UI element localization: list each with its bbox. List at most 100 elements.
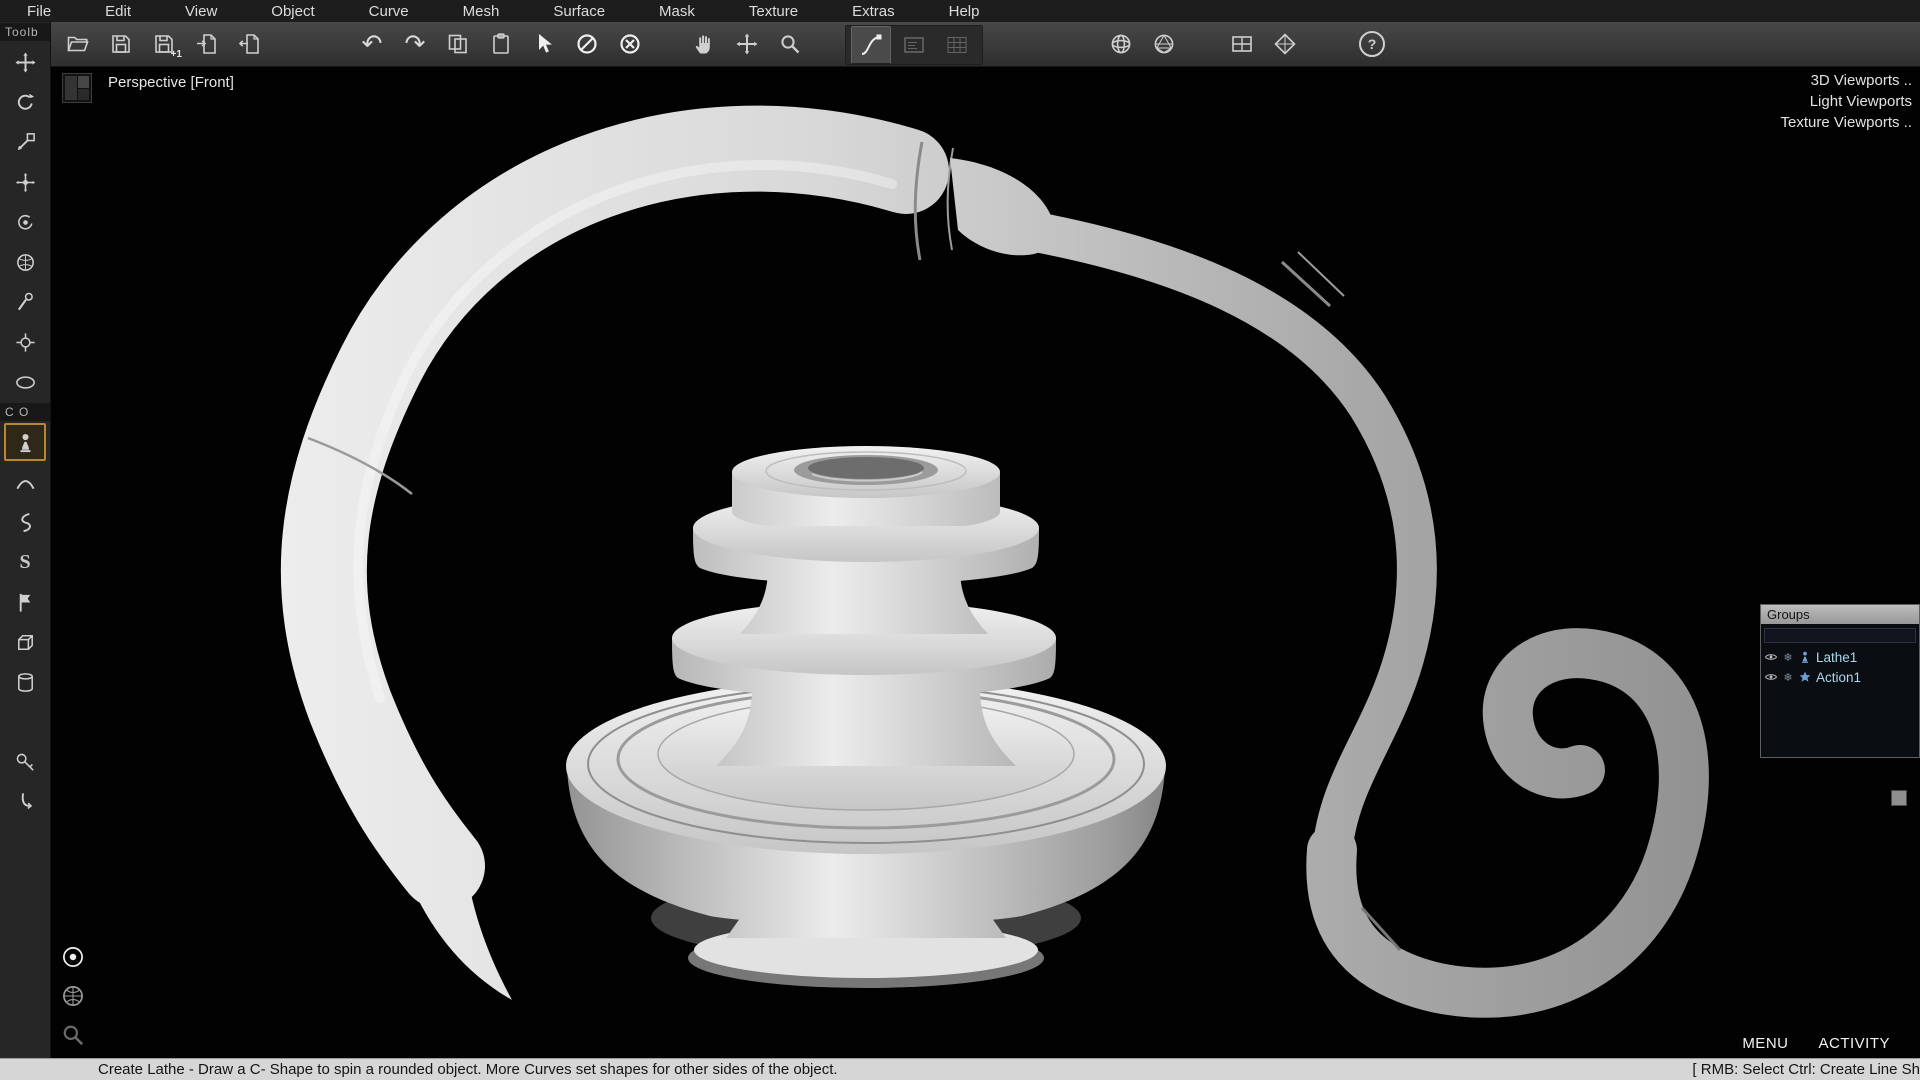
viewport-layout-icon[interactable] bbox=[62, 73, 92, 103]
sphere-shaded-icon[interactable] bbox=[1058, 25, 1098, 63]
status-message: Create Lathe - Draw a C- Shape to spin a… bbox=[0, 1061, 838, 1078]
help-group: ? bbox=[1352, 25, 1392, 63]
open-file-icon[interactable] bbox=[58, 25, 98, 63]
panel-resize-handle[interactable] bbox=[1891, 790, 1907, 806]
save-icon[interactable] bbox=[101, 25, 141, 63]
menu-help[interactable]: Help bbox=[922, 3, 1007, 20]
move-tool[interactable] bbox=[4, 43, 46, 81]
status-hints: [ RMB: Select Ctrl: Create Line Sh bbox=[1692, 1061, 1920, 1078]
undo-icon[interactable]: ↶ bbox=[352, 25, 392, 63]
viewport-label: Perspective [Front] bbox=[108, 74, 234, 91]
restrict-icon[interactable] bbox=[567, 25, 607, 63]
quad-grid-icon[interactable] bbox=[1222, 25, 1262, 63]
pan-hand-icon[interactable] bbox=[684, 25, 724, 63]
link-3d-viewports[interactable]: 3D Viewports .. bbox=[1781, 70, 1912, 91]
main-toolbar: +1 ↶ ↷ ? bbox=[0, 22, 1920, 67]
grid-snap-icon[interactable] bbox=[937, 26, 977, 64]
left-toolbar-header: Toolb bbox=[0, 23, 50, 41]
redo-icon[interactable]: ↷ bbox=[395, 25, 435, 63]
shading-icon-group bbox=[1058, 25, 1184, 63]
viewport-nav-widgets bbox=[60, 944, 86, 1048]
viewport-overlay-buttons: MENU ACTIVITY bbox=[1742, 1035, 1890, 1052]
menu-edit[interactable]: Edit bbox=[78, 3, 158, 20]
sphere-subdiv-icon[interactable] bbox=[1144, 25, 1184, 63]
pivot-tool[interactable] bbox=[4, 323, 46, 361]
menu-extras[interactable]: Extras bbox=[825, 3, 922, 20]
link-texture-viewports[interactable]: Texture Viewports .. bbox=[1781, 112, 1912, 133]
menu-mesh[interactable]: Mesh bbox=[436, 3, 527, 20]
freeze-icon[interactable]: ❄ bbox=[1782, 671, 1794, 684]
group-row-action1[interactable]: ❄ Action1 bbox=[1761, 667, 1919, 687]
status-bar: Create Lathe - Draw a C- Shape to spin a… bbox=[0, 1058, 1920, 1080]
help-icon[interactable]: ? bbox=[1352, 25, 1392, 63]
orbit-center-icon[interactable] bbox=[60, 944, 86, 970]
copy-icon[interactable] bbox=[438, 25, 478, 63]
menu-curve[interactable]: Curve bbox=[342, 3, 436, 20]
flag-polygon-tool[interactable] bbox=[4, 583, 46, 621]
globe-rotate-icon[interactable] bbox=[60, 983, 86, 1009]
arc-curve-tool[interactable] bbox=[4, 463, 46, 501]
import-reference-icon[interactable] bbox=[187, 25, 227, 63]
save-increment-icon[interactable]: +1 bbox=[144, 25, 184, 63]
visibility-eye-icon[interactable] bbox=[1764, 670, 1778, 684]
zoom-icon[interactable] bbox=[770, 25, 810, 63]
edit-icon-group: ↶ ↷ bbox=[352, 25, 650, 63]
action-star-icon bbox=[1798, 670, 1812, 684]
hook-curve-tool[interactable] bbox=[4, 783, 46, 821]
sphere-project-tool[interactable] bbox=[4, 243, 46, 281]
menu-surface[interactable]: Surface bbox=[526, 3, 632, 20]
key-tool[interactable] bbox=[4, 743, 46, 781]
groups-list: ❄ Lathe1 ❄ Action1 bbox=[1761, 628, 1919, 757]
menu-file[interactable]: File bbox=[0, 3, 78, 20]
sphere-wireframe-icon[interactable] bbox=[1101, 25, 1141, 63]
export-reference-icon[interactable] bbox=[230, 25, 270, 63]
viewport-panel-links: 3D Viewports .. Light Viewports Texture … bbox=[1781, 70, 1912, 133]
left-toolbar: Toolb C O S bbox=[0, 22, 51, 1058]
create-objects-header: C O bbox=[0, 403, 50, 421]
file-icon-group: +1 bbox=[58, 25, 270, 63]
sphere-primitive-tool[interactable] bbox=[4, 703, 46, 741]
menu-view[interactable]: View bbox=[158, 3, 244, 20]
group-name-lathe1[interactable]: Lathe1 bbox=[1816, 650, 1857, 665]
rotate-tool[interactable] bbox=[4, 83, 46, 121]
mode-icon-group bbox=[845, 25, 983, 65]
scale-tool[interactable] bbox=[4, 123, 46, 161]
diamond-grid-icon[interactable] bbox=[1265, 25, 1305, 63]
save-increment-label: +1 bbox=[171, 49, 182, 60]
menu-mask[interactable]: Mask bbox=[632, 3, 722, 20]
move-component-tool[interactable] bbox=[4, 163, 46, 201]
menu-texture[interactable]: Texture bbox=[722, 3, 825, 20]
groups-filter-box[interactable] bbox=[1764, 628, 1916, 643]
zoom-widget-icon[interactable] bbox=[60, 1022, 86, 1048]
link-light-viewports[interactable]: Light Viewports bbox=[1781, 91, 1912, 112]
menu-overlay-button[interactable]: MENU bbox=[1742, 1035, 1788, 1052]
menu-object[interactable]: Object bbox=[244, 3, 341, 20]
groups-panel-title[interactable]: Groups bbox=[1761, 605, 1919, 624]
group-name-action1[interactable]: Action1 bbox=[1816, 670, 1861, 685]
cancel-icon[interactable] bbox=[610, 25, 650, 63]
navigation-icon-group bbox=[684, 25, 810, 63]
brush-tool[interactable] bbox=[4, 283, 46, 321]
groups-panel: Groups ❄ Lathe1 ❄ Action1 bbox=[1760, 604, 1920, 758]
c-curve-tool[interactable] bbox=[4, 503, 46, 541]
curve-draw-icon[interactable] bbox=[851, 26, 891, 64]
draw-port-icon[interactable] bbox=[894, 26, 934, 64]
menu-bar: File Edit View Object Curve Mesh Surface… bbox=[0, 0, 1920, 22]
paste-icon[interactable] bbox=[481, 25, 521, 63]
lathe-object-icon bbox=[1798, 650, 1812, 664]
cube-primitive-tool[interactable] bbox=[4, 623, 46, 661]
viewport-canvas[interactable] bbox=[50, 66, 1920, 1058]
move-view-icon[interactable] bbox=[727, 25, 767, 63]
rotate-component-tool[interactable] bbox=[4, 203, 46, 241]
cylinder-primitive-tool[interactable] bbox=[4, 663, 46, 701]
poly-icon-group bbox=[1222, 25, 1305, 63]
activity-overlay-button[interactable]: ACTIVITY bbox=[1818, 1035, 1890, 1052]
lathe-tool[interactable] bbox=[4, 423, 46, 461]
viewport: Perspective [Front] 3D Viewports .. Ligh… bbox=[50, 66, 1920, 1058]
ellipse-tool[interactable] bbox=[4, 363, 46, 401]
s-curve-tool[interactable]: S bbox=[4, 543, 46, 581]
group-row-lathe1[interactable]: ❄ Lathe1 bbox=[1761, 647, 1919, 667]
freeze-icon[interactable]: ❄ bbox=[1782, 651, 1794, 664]
visibility-eye-icon[interactable] bbox=[1764, 650, 1778, 664]
select-cursor-icon[interactable] bbox=[524, 25, 564, 63]
